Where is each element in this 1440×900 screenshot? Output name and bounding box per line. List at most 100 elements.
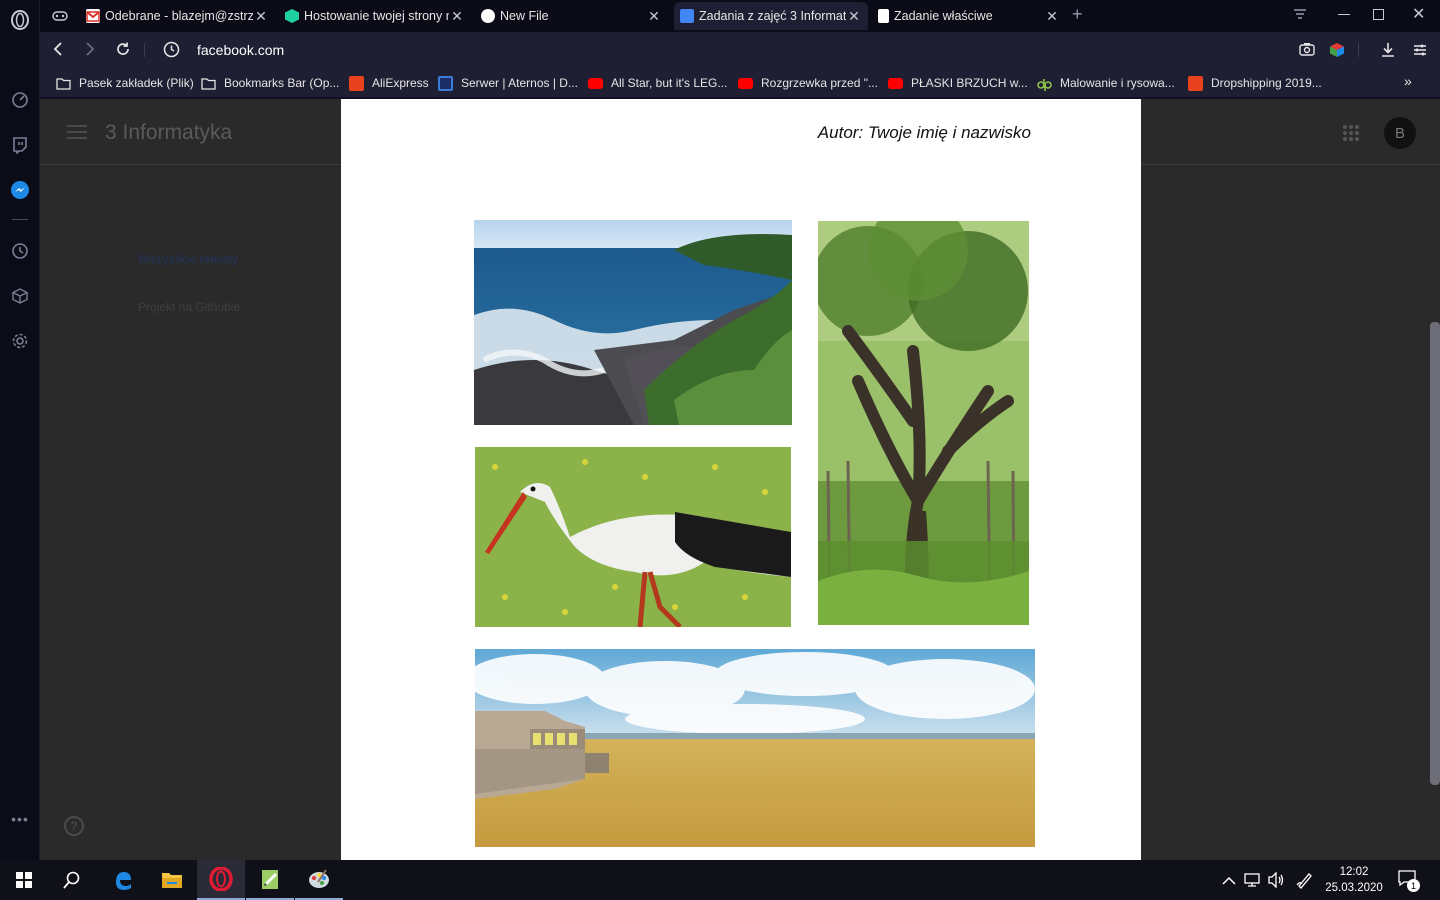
hamburger-menu-icon[interactable] (67, 125, 87, 144)
tab-github-new-file[interactable]: New File ✕ (475, 2, 668, 30)
network-icon[interactable] (1244, 872, 1262, 893)
opera-taskbar-icon[interactable] (197, 860, 245, 900)
messenger-icon[interactable] (9, 179, 31, 201)
topic-link[interactable]: Projekt na Githubie (138, 300, 240, 314)
topic-all-link[interactable]: Wszystkie tematy (138, 252, 238, 266)
sidebar-divider (12, 219, 28, 220)
windows-taskbar: 12:02 25.03.2020 1 (0, 860, 1440, 900)
extensions-cube-icon[interactable] (9, 285, 31, 307)
toolbar-divider (1358, 43, 1359, 57)
gmail-icon (86, 9, 100, 23)
history-icon[interactable] (9, 240, 31, 262)
aliexpress-icon (349, 75, 364, 91)
classroom-icon (680, 9, 694, 23)
apps-grid-icon[interactable] (1342, 124, 1360, 147)
bookmark-aliexpress[interactable]: AliExpress (349, 74, 429, 92)
volume-icon[interactable] (1268, 871, 1286, 893)
tab-zadania[interactable]: Zadania z zajęć 3 Informatyk ✕ (674, 2, 868, 30)
back-icon[interactable] (52, 41, 64, 62)
close-icon[interactable]: ✕ (1044, 8, 1060, 25)
edge-browser-icon[interactable] (99, 860, 147, 900)
bookmark-label: Rozgrzewka przed "... (761, 76, 878, 90)
close-icon[interactable]: ✕ (846, 8, 862, 25)
tab-hostowanie[interactable]: Hostowanie twojej strony na ✕ (279, 2, 471, 30)
bookmark-label: All Star, but it's LEG... (611, 76, 728, 90)
tab-bar: Odebrane - blazejm@zstrzew ✕ Hostowanie … (40, 0, 1440, 32)
avatar[interactable]: B (1384, 117, 1416, 149)
tab-label: Zadania z zajęć 3 Informatyk (699, 9, 846, 23)
site-info-clock-icon[interactable] (163, 41, 180, 63)
forward-icon[interactable] (84, 41, 96, 62)
opera-sidebar: ••• (0, 0, 40, 860)
author-line: Autor: Twoje imię i nazwisko (817, 123, 1031, 142)
close-icon[interactable]: ✕ (253, 8, 269, 25)
tray-chevron-up-icon[interactable] (1222, 873, 1236, 891)
bookmark-bookmarks-bar[interactable]: Bookmarks Bar (Op... (201, 74, 339, 92)
workspace-tab-icon[interactable] (46, 2, 78, 30)
action-center-icon[interactable]: 1 (1398, 870, 1420, 892)
close-icon[interactable]: ✕ (449, 8, 465, 25)
paint-palette-icon[interactable] (295, 860, 343, 900)
document-icon (878, 9, 889, 23)
bookmark-label: Dropshipping 2019... (1211, 76, 1322, 90)
clock-date: 25.03.2020 (1325, 882, 1383, 894)
close-icon[interactable]: ✕ (646, 8, 662, 25)
bookmark-label: Malowanie i rysowa... (1060, 76, 1175, 90)
notepad-plus-icon[interactable] (246, 860, 294, 900)
bookmark-rozgrzewka[interactable]: Rozgrzewka przed "... (738, 74, 878, 92)
bookmark-dropshipping[interactable]: Dropshipping 2019... (1188, 74, 1322, 92)
speed-dial-icon[interactable] (9, 89, 31, 111)
tab-label: Hostowanie twojej strony na (304, 9, 449, 23)
snapshot-camera-icon[interactable] (1299, 42, 1315, 61)
bookmark-aternos[interactable]: Serwer | Aternos | D... (438, 74, 578, 92)
class-title[interactable]: 3 Informatyka (105, 121, 232, 145)
new-tab-plus-icon[interactable]: + (1072, 4, 1083, 25)
tab-label: Odebrane - blazejm@zstrzew (105, 9, 253, 23)
clock-time: 12:02 (1339, 866, 1369, 878)
sea-cliff-image (474, 220, 792, 425)
start-windows-icon[interactable] (0, 860, 48, 900)
file-explorer-icon[interactable] (148, 860, 196, 900)
tab-menu-icon[interactable] (1292, 6, 1308, 22)
bookmark-label: Pasek zakładek (Plik) (79, 76, 194, 90)
bookmark-label: Serwer | Aternos | D... (461, 76, 578, 90)
stork-image (475, 447, 791, 627)
settings-gear-icon[interactable] (9, 330, 31, 352)
bookmark-pasek-zakladek[interactable]: Pasek zakładek (Plik) (56, 74, 194, 92)
bookmark-all-star[interactable]: All Star, but it's LEG... (588, 74, 727, 92)
folder-icon (56, 76, 71, 91)
youtube-icon (888, 77, 903, 89)
window-close-icon[interactable]: ✕ (1412, 4, 1425, 24)
bookmark-label: Bookmarks Bar (Op... (224, 76, 340, 90)
more-dots-icon[interactable]: ••• (9, 808, 31, 830)
tab-label: Zadanie właściwe (894, 9, 993, 23)
document-page: Autor: Twoje imię i nazwisko (341, 99, 1141, 860)
address-bar: facebook.com (40, 32, 1440, 68)
bookmark-label: PŁASKI BRZUCH w... (911, 76, 1028, 90)
hosting-shield-icon (285, 9, 299, 23)
pen-ink-icon[interactable] (1296, 871, 1314, 894)
scrollbar-thumb[interactable] (1430, 322, 1440, 785)
opera-logo-icon[interactable] (9, 9, 31, 31)
bookmarks-overflow-icon[interactable]: » (1404, 73, 1412, 89)
help-icon[interactable]: ? (64, 816, 84, 836)
tab-gmail[interactable]: Odebrane - blazejm@zstrzew ✕ (80, 2, 275, 30)
restore-icon[interactable] (1373, 9, 1384, 20)
url-field[interactable]: facebook.com (197, 42, 284, 58)
notification-count-badge: 1 (1407, 879, 1420, 892)
twitch-icon[interactable] (9, 134, 31, 156)
extension-cube-icon[interactable] (1329, 42, 1345, 63)
bookmark-malowanie[interactable]: Malowanie i rysowa... (1037, 74, 1175, 92)
address-divider (144, 43, 145, 57)
folder-icon (201, 76, 216, 91)
easy-setup-menu-icon[interactable] (1413, 43, 1427, 62)
downloads-icon[interactable] (1381, 42, 1395, 63)
bookmark-plaski-brzuch[interactable]: PŁASKI BRZUCH w... (888, 74, 1028, 92)
search-icon[interactable] (48, 860, 96, 900)
taskbar-clock[interactable]: 12:02 25.03.2020 (1322, 864, 1386, 896)
github-icon (481, 9, 495, 23)
minimize-icon[interactable] (1338, 14, 1350, 15)
reload-icon[interactable] (115, 41, 131, 62)
tab-zadanie-wlasciwe[interactable]: Zadanie właściwe ✕ (872, 2, 1066, 30)
beach-image (475, 649, 1035, 847)
